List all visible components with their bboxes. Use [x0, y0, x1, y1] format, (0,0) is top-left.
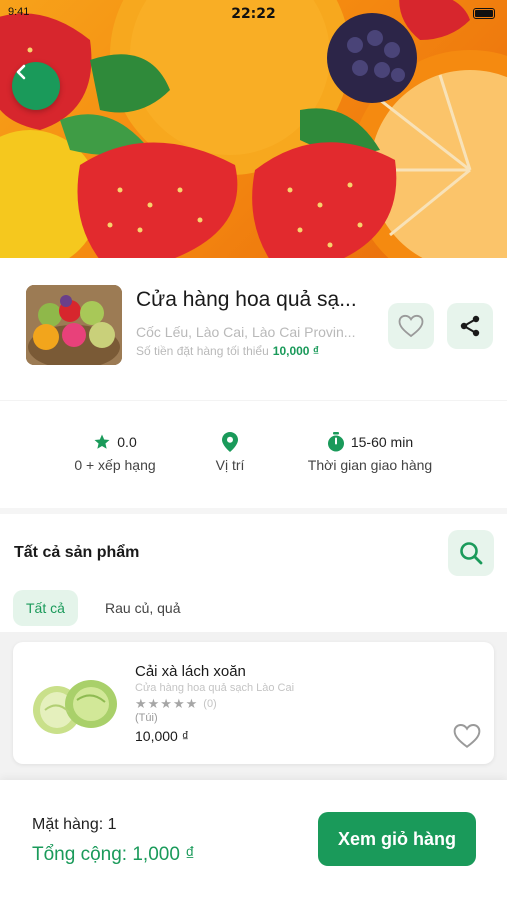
- min-order: Số tiền đặt hàng tối thiểu 10,000 ₫: [136, 344, 319, 358]
- section-title: Tất cả sản phẩm: [14, 544, 140, 561]
- heart-outline-icon[interactable]: [453, 722, 481, 750]
- map-pin-icon: [222, 432, 238, 452]
- product-rating: ★★★★★ (0): [135, 696, 217, 712]
- product-name: Cải xà lách xoăn: [135, 663, 246, 680]
- cabbage-image: [33, 680, 117, 734]
- chevron-left-icon: [16, 64, 26, 80]
- cart-item-count: Mặt hàng: 1: [32, 816, 117, 833]
- delivery-time-label: Thời gian giao hàng: [307, 457, 433, 473]
- min-order-label: Số tiền đặt hàng tối thiểu: [136, 344, 269, 358]
- store-info: Cửa hàng hoa quả sạ... Cốc Lếu, Lào Cai,…: [0, 258, 507, 400]
- product-card[interactable]: Cải xà lách xoăn Cửa hàng hoa quả sạch L…: [13, 642, 494, 764]
- store-name: Cửa hàng hoa quả sạ...: [136, 288, 357, 311]
- cart-summary-bar: Mặt hàng: 1 Tổng cộng: 1,000 ₫ Xem giỏ h…: [0, 780, 507, 900]
- location-stat[interactable]: Vị trí: [190, 431, 270, 473]
- share-icon: [460, 315, 480, 337]
- cart-total: Tổng cộng: 1,000 ₫: [32, 844, 195, 865]
- store-banner-image: 9:41 22:22: [0, 0, 507, 258]
- rating-count: (0): [203, 698, 217, 710]
- rating-value: 0.0: [117, 434, 137, 450]
- back-button[interactable]: [12, 62, 60, 110]
- fruit-basket-image: [26, 285, 122, 365]
- rating-stat: 0.0 0 + xếp hạng: [55, 431, 175, 473]
- product-store: Cửa hàng hoa quả sạch Lào Cai: [135, 682, 295, 694]
- tab-all-products[interactable]: Tất cả: [13, 590, 78, 626]
- battery-icon: [473, 8, 495, 19]
- status-time: 22:22: [231, 6, 276, 22]
- rating-label: 0 + xếp hạng: [74, 457, 156, 473]
- store-stats: 0.0 0 + xếp hạng Vị trí 15-60 min Thời g…: [0, 400, 507, 508]
- search-products-button[interactable]: [448, 530, 494, 576]
- products-section-header: Tất cả sản phẩm Tất cả Rau củ, quả: [0, 508, 507, 632]
- heart-outline-icon: [398, 314, 424, 338]
- store-address: Cốc Lếu, Lào Cai, Lào Cai Provin...: [136, 324, 356, 340]
- delivery-time-value: 15-60 min: [350, 434, 414, 450]
- location-label: Vị trí: [215, 457, 245, 473]
- share-store-button[interactable]: [447, 303, 493, 349]
- delivery-time-stat: 15-60 min Thời gian giao hàng: [290, 431, 450, 473]
- product-unit: (Túi): [135, 712, 158, 724]
- stopwatch-icon: [327, 432, 344, 452]
- fruit-illustration: [0, 0, 507, 258]
- rating-stars: ★★★★★: [135, 696, 199, 711]
- product-list: Cải xà lách xoăn Cửa hàng hoa quả sạch L…: [0, 632, 507, 780]
- status-bar: 9:41 22:22: [0, 0, 507, 28]
- store-thumbnail: [26, 285, 122, 365]
- search-icon: [460, 542, 483, 565]
- min-order-value: 10,000 ₫: [272, 344, 319, 358]
- view-cart-button[interactable]: Xem giỏ hàng: [318, 812, 476, 866]
- product-price: 10,000 ₫: [135, 728, 189, 744]
- favorite-store-button[interactable]: [388, 303, 434, 349]
- tab-vegetables-fruits[interactable]: Rau củ, quả: [92, 590, 194, 626]
- star-icon: [94, 434, 110, 449]
